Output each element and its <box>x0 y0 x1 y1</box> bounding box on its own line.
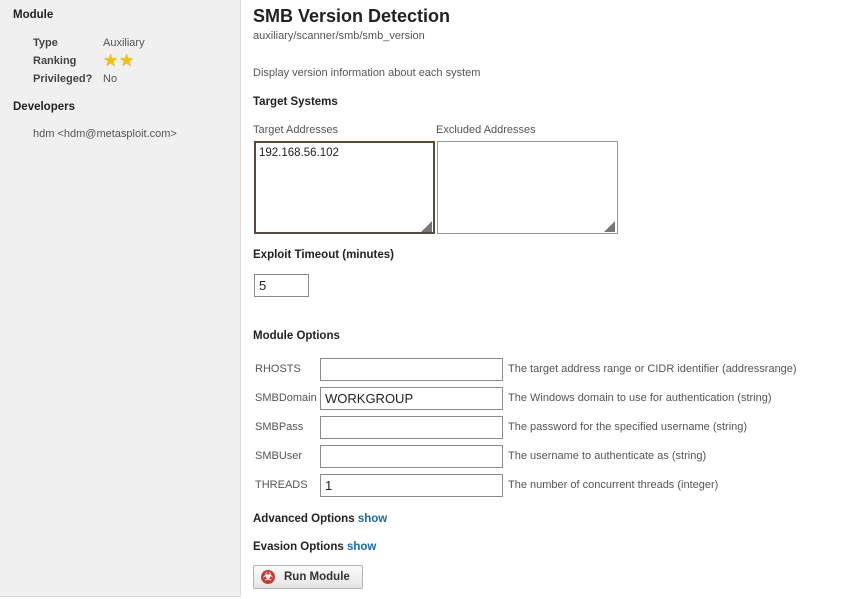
option-name-smbpass: SMBPass <box>255 421 304 433</box>
excluded-addresses-label: Excluded Addresses <box>436 124 536 136</box>
exploit-timeout-heading: Exploit Timeout (minutes) <box>253 249 394 261</box>
target-addresses-textarea[interactable]: 192.168.56.102 <box>254 141 435 234</box>
module-info-sidebar: Module Type Auxiliary Ranking ★ ★ Privil… <box>0 0 241 597</box>
target-addresses-label: Target Addresses <box>253 124 338 136</box>
type-value: Auxiliary <box>103 37 145 49</box>
option-desc-smbdomain: The Windows domain to use for authentica… <box>508 392 772 404</box>
biohazard-icon: ☣ <box>261 570 275 584</box>
resize-grip-icon[interactable] <box>421 221 432 232</box>
ranking-label: Ranking <box>33 55 77 67</box>
developers-heading: Developers <box>13 101 76 113</box>
run-module-button[interactable]: ☣ Run Module <box>253 565 363 589</box>
type-label: Type <box>33 37 58 49</box>
module-path: auxiliary/scanner/smb/smb_version <box>253 30 425 42</box>
excluded-addresses-textarea[interactable] <box>437 141 618 234</box>
privileged-value: No <box>103 73 118 85</box>
option-name-rhosts: RHOSTS <box>255 363 301 375</box>
smbpass-input[interactable] <box>320 416 503 439</box>
smbdomain-input[interactable] <box>320 387 503 410</box>
rhosts-input[interactable] <box>320 358 503 381</box>
option-desc-smbpass: The password for the specified username … <box>508 421 748 433</box>
module-description: Display version information about each s… <box>253 67 481 79</box>
run-module-label: Run Module <box>284 571 350 583</box>
module-options-heading: Module Options <box>253 330 340 342</box>
option-name-smbuser: SMBUser <box>255 450 303 462</box>
privileged-label: Privileged? <box>33 73 93 85</box>
threads-input[interactable] <box>320 474 503 497</box>
evasion-options-label: Evasion Options <box>253 541 344 553</box>
module-form: SMB Version Detection auxiliary/scanner/… <box>253 0 852 599</box>
option-desc-threads: The number of concurrent threads (intege… <box>508 479 719 491</box>
resize-grip-icon[interactable] <box>604 221 615 232</box>
ranking-star-icon: ★ <box>119 51 135 70</box>
advanced-options-show-link[interactable]: show <box>358 513 387 525</box>
smbuser-input[interactable] <box>320 445 503 468</box>
advanced-options-heading: Advanced Options show <box>253 513 387 525</box>
target-systems-heading: Target Systems <box>253 96 338 108</box>
evasion-options-heading: Evasion Options show <box>253 541 376 553</box>
ranking-star-icon: ★ <box>103 51 119 70</box>
option-desc-rhosts: The target address range or CIDR identif… <box>508 363 797 375</box>
module-heading: Module <box>13 9 54 21</box>
option-name-smbdomain: SMBDomain <box>255 392 317 404</box>
advanced-options-label: Advanced Options <box>253 513 355 525</box>
exploit-timeout-input[interactable] <box>254 274 309 297</box>
page-title: SMB Version Detection <box>253 6 451 26</box>
option-name-threads: THREADS <box>255 479 308 491</box>
developer-entry: hdm <hdm@metasploit.com> <box>33 128 177 140</box>
evasion-options-show-link[interactable]: show <box>347 541 376 553</box>
option-desc-smbuser: The username to authenticate as (string) <box>508 450 707 462</box>
